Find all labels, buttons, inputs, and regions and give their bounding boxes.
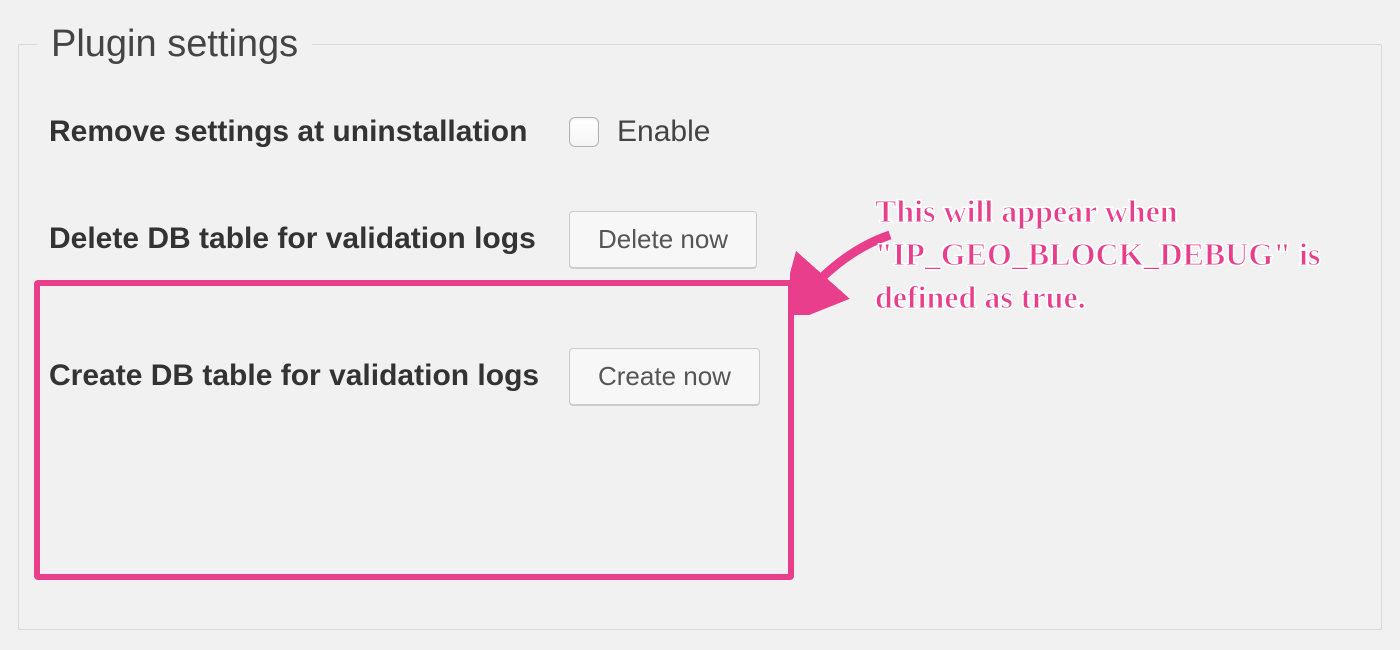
delete-now-button[interactable]: Delete now bbox=[569, 211, 757, 268]
remove-settings-label: Remove settings at uninstallation bbox=[49, 113, 569, 151]
plugin-settings-fieldset: Plugin settings Remove settings at unins… bbox=[18, 25, 1382, 630]
create-now-button[interactable]: Create now bbox=[569, 348, 760, 405]
remove-settings-row: Remove settings at uninstallation Enable bbox=[19, 93, 1381, 171]
delete-db-label: Delete DB table for validation logs bbox=[49, 220, 569, 258]
create-db-control: Create now bbox=[569, 348, 760, 405]
remove-settings-checkbox[interactable] bbox=[569, 117, 599, 147]
create-db-label: Create DB table for validation logs bbox=[49, 357, 569, 395]
delete-db-control: Delete now bbox=[569, 211, 757, 268]
remove-settings-checkbox-text: Enable bbox=[617, 115, 710, 149]
create-db-row: Create DB table for validation logs Crea… bbox=[19, 308, 1381, 445]
remove-settings-control: Enable bbox=[569, 115, 710, 149]
delete-db-row: Delete DB table for validation logs Dele… bbox=[19, 171, 1381, 308]
fieldset-legend: Plugin settings bbox=[37, 25, 312, 63]
debug-rows: Delete DB table for validation logs Dele… bbox=[19, 171, 1381, 445]
